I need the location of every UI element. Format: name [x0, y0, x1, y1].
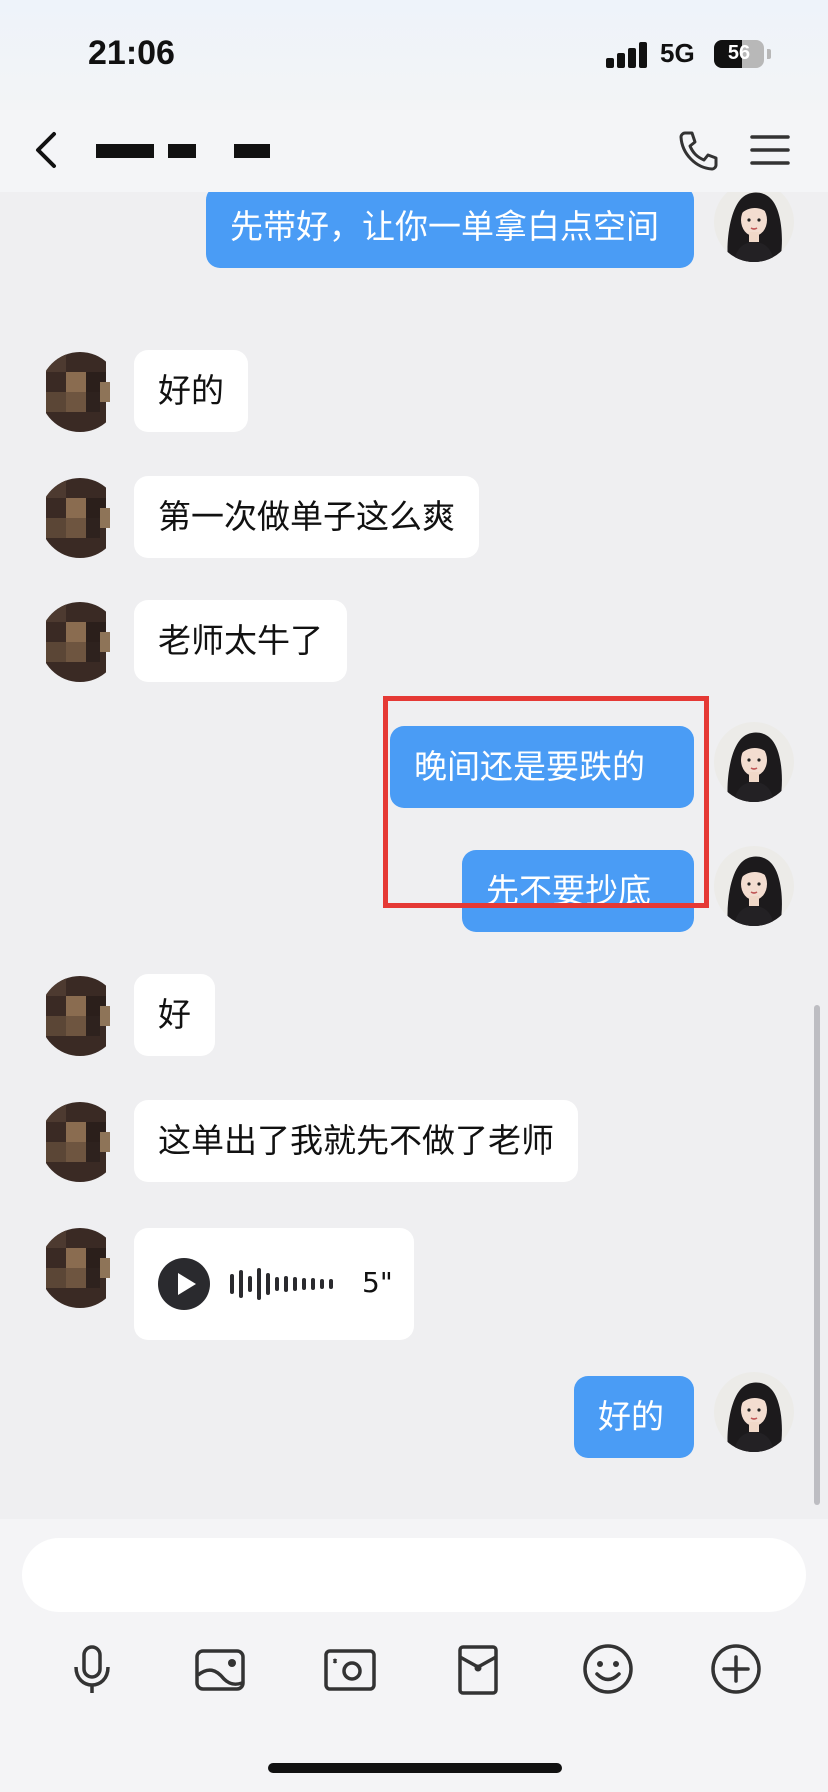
back-button[interactable] [28, 126, 68, 174]
emoji-icon [583, 1644, 633, 1694]
phone-icon [679, 131, 718, 171]
contact-avatar[interactable] [40, 602, 120, 682]
my-avatar[interactable] [714, 722, 794, 802]
voice-input-button[interactable] [62, 1639, 122, 1699]
camera-button[interactable] [320, 1639, 380, 1699]
battery-icon: 56 [714, 40, 764, 68]
composer-bar [0, 1519, 828, 1792]
chat-header [0, 110, 828, 192]
message-bubble-outgoing[interactable]: 先不要抄底 [462, 850, 694, 932]
red-packet-icon [458, 1645, 498, 1695]
home-indicator[interactable] [268, 1763, 562, 1773]
contact-avatar[interactable] [40, 976, 120, 1056]
my-avatar[interactable] [714, 846, 794, 926]
menu-icon [750, 135, 790, 165]
status-bar: 21:06 5G 56 [0, 0, 828, 110]
contact-avatar[interactable] [40, 1102, 120, 1182]
waveform-icon [230, 1268, 340, 1300]
microphone-icon [74, 1645, 110, 1693]
image-icon [195, 1649, 245, 1691]
my-avatar[interactable] [714, 192, 794, 262]
battery-tip [767, 49, 771, 59]
emoji-button[interactable] [578, 1639, 638, 1699]
contact-avatar[interactable] [40, 352, 120, 432]
plus-icon [711, 1644, 761, 1694]
voice-message-bubble[interactable]: 5" [134, 1228, 414, 1340]
scrollbar[interactable] [814, 1005, 820, 1505]
message-bubble-incoming[interactable]: 老师太牛了 [134, 600, 347, 682]
message-list[interactable]: 先带好，让你一单拿白点空间 好的 第一次做单子这么爽 老师太牛了 晚间还是要跌的… [0, 192, 828, 1519]
message-bubble-outgoing[interactable]: 好的 [574, 1376, 694, 1458]
voice-call-button[interactable] [676, 128, 720, 172]
battery-percent: 56 [727, 42, 751, 64]
signal-icon [606, 42, 650, 68]
message-bubble-incoming[interactable]: 这单出了我就先不做了老师 [134, 1100, 578, 1182]
contact-avatar[interactable] [40, 478, 120, 558]
play-icon[interactable] [158, 1258, 210, 1310]
contact-avatar[interactable] [40, 1228, 120, 1308]
message-input[interactable] [22, 1538, 806, 1612]
more-button[interactable] [706, 1639, 766, 1699]
network-type: 5G [660, 38, 695, 68]
message-bubble-outgoing[interactable]: 先带好，让你一单拿白点空间 [206, 192, 694, 268]
camera-icon [324, 1649, 376, 1691]
message-bubble-incoming[interactable]: 第一次做单子这么爽 [134, 476, 479, 558]
red-packet-button[interactable] [448, 1639, 508, 1699]
voice-duration: 5" [362, 1266, 393, 1299]
image-button[interactable] [190, 1639, 250, 1699]
message-bubble-incoming[interactable]: 好的 [134, 350, 248, 432]
status-time: 21:06 [88, 34, 175, 72]
chat-title-redacted [96, 132, 276, 168]
message-bubble-incoming[interactable]: 好 [134, 974, 215, 1056]
chat-menu-button[interactable] [748, 128, 792, 172]
my-avatar[interactable] [714, 1372, 794, 1452]
message-bubble-outgoing[interactable]: 晚间还是要跌的 [390, 726, 694, 808]
back-arrow-icon [36, 132, 56, 168]
